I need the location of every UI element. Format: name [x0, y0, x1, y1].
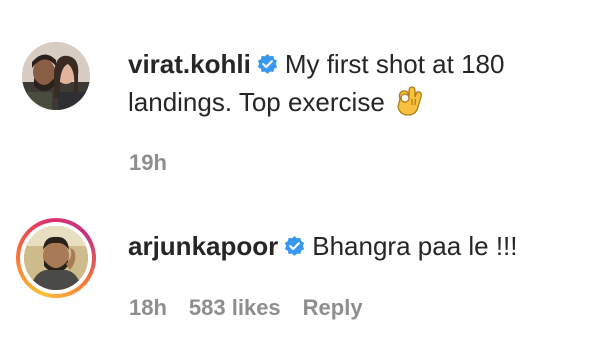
avatar[interactable]: [22, 42, 90, 110]
comment-meta: 19h: [129, 150, 189, 176]
comment-timestamp[interactable]: 19h: [129, 150, 167, 175]
comment-text: Bhangra paa le !!!: [312, 231, 518, 261]
avatar-photo-icon: [22, 42, 90, 110]
comment-text-line1: virat.kohli My first shot at 180: [128, 46, 504, 82]
comment-text-line2: landings. Top exercise: [128, 84, 424, 120]
comment-text-continued: landings. Top exercise: [128, 87, 385, 117]
avatar[interactable]: [24, 226, 88, 290]
verified-badge-icon: [257, 53, 277, 74]
username-link[interactable]: arjunkapoor: [128, 231, 278, 261]
likes-count[interactable]: 583 likes: [189, 295, 281, 320]
username-link[interactable]: virat.kohli: [128, 49, 251, 79]
comment-text-line1: arjunkapoor Bhangra paa le !!!: [128, 228, 518, 264]
avatar-photo-icon: [24, 226, 88, 290]
ok-hand-emoji-icon: [397, 86, 422, 116]
story-ring[interactable]: [16, 218, 96, 298]
reply-button[interactable]: Reply: [303, 295, 363, 320]
verified-badge-icon: [285, 235, 305, 256]
comment-timestamp[interactable]: 18h: [129, 295, 167, 320]
comment-text: My first shot at 180: [284, 49, 505, 79]
comment-meta: 18h 583 likes Reply: [129, 295, 385, 321]
